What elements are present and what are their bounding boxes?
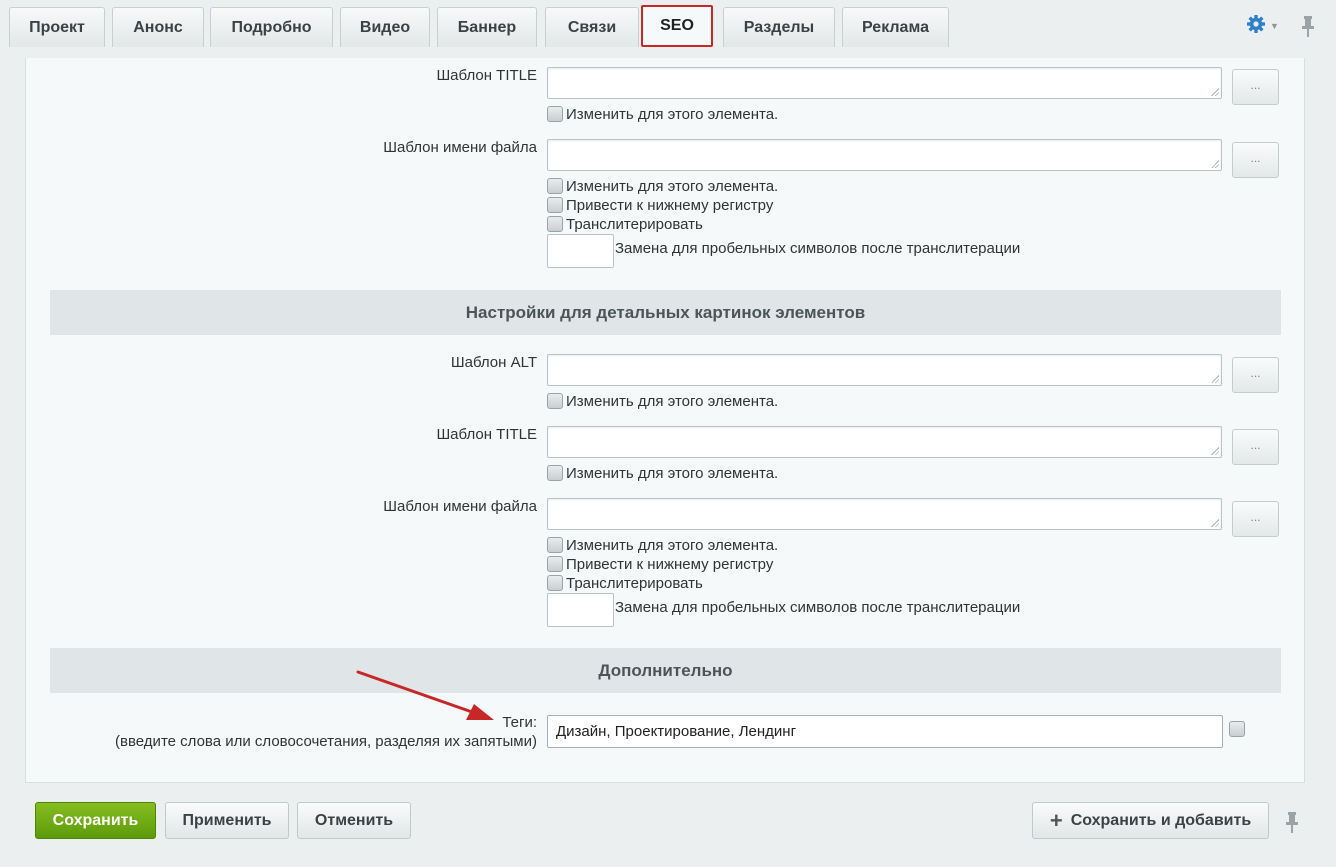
tab-sections[interactable]: Разделы [723, 7, 835, 47]
checkbox-label: Транслитерировать [566, 574, 703, 592]
tab-project[interactable]: Проект [9, 7, 105, 47]
title-template-label: Шаблон TITLE [436, 67, 537, 84]
space-replace-input[interactable] [547, 234, 614, 268]
checkbox-label: Привести к нижнему регистру [566, 555, 774, 573]
picture-transliterate-checkbox-row[interactable]: Транслитерировать [547, 574, 703, 592]
pin-icon[interactable] [1300, 14, 1316, 43]
title-template-insert-button[interactable]: ... [1232, 69, 1279, 105]
checkbox[interactable] [1229, 721, 1245, 737]
checkbox[interactable] [547, 575, 563, 591]
checkbox-label: Изменить для этого элемента. [566, 392, 779, 410]
alt-template-label: Шаблон ALT [450, 354, 537, 371]
tab-banner[interactable]: Баннер [437, 7, 537, 47]
space-replace-label: Замена для пробельных символов после тра… [615, 240, 1021, 257]
picture-space-replace-input[interactable] [547, 593, 614, 627]
picture-lowercase-checkbox-row[interactable]: Привести к нижнему регистру [547, 555, 773, 573]
checkbox-label: Изменить для этого элемента. [566, 536, 779, 554]
tab-video[interactable]: Видео [340, 7, 430, 47]
checkbox-label: Изменить для этого элемента. [566, 464, 779, 482]
checkbox[interactable] [547, 216, 563, 232]
checkbox-label: Изменить для этого элемента. [566, 177, 779, 195]
apply-button[interactable]: Применить [165, 802, 289, 839]
tags-hint: (введите слова или словосочетания, разде… [115, 733, 537, 750]
transliterate-checkbox-row[interactable]: Транслитерировать [547, 215, 703, 233]
title-change-checkbox-row[interactable]: Изменить для этого элемента. [547, 105, 778, 123]
title-template-field[interactable] [547, 67, 1222, 99]
checkbox[interactable] [547, 556, 563, 572]
filename-template-field[interactable] [547, 139, 1222, 171]
plus-icon: + [1049, 807, 1063, 833]
checkbox[interactable] [547, 465, 563, 481]
checkbox[interactable] [547, 178, 563, 194]
picture-title-template-label: Шаблон TITLE [436, 426, 537, 443]
cancel-button[interactable]: Отменить [297, 802, 411, 839]
checkbox-label: Изменить для этого элемента. [566, 105, 779, 123]
checkbox[interactable] [547, 106, 563, 122]
alt-template-insert-button[interactable]: ... [1232, 357, 1279, 393]
picture-filename-template-label: Шаблон имени файла [383, 498, 537, 515]
tab-ads[interactable]: Реклама [842, 7, 949, 47]
tab-bar: Проект Анонс Подробно Видео Баннер Связи… [0, 0, 1336, 58]
picture-title-template-field[interactable] [547, 426, 1222, 458]
tab-seo[interactable]: SEO [641, 5, 713, 47]
checkbox[interactable] [547, 393, 563, 409]
filename-template-insert-button[interactable]: ... [1232, 142, 1279, 178]
alt-change-checkbox-row[interactable]: Изменить для этого элемента. [547, 392, 778, 410]
chevron-down-icon: ▼ [1270, 21, 1279, 31]
checkbox-label: Транслитерировать [566, 215, 703, 233]
tab-announce[interactable]: Анонс [112, 7, 204, 47]
save-and-add-button[interactable]: + Сохранить и добавить [1032, 802, 1269, 839]
tags-input[interactable]: Дизайн, Проектирование, Лендинг [547, 715, 1223, 748]
filename-template-label: Шаблон имени файла [383, 139, 537, 156]
lowercase-checkbox-row[interactable]: Привести к нижнему регистру [547, 196, 773, 214]
alt-template-field[interactable] [547, 354, 1222, 386]
tab-links[interactable]: Связи [545, 7, 639, 47]
picture-title-template-insert-button[interactable]: ... [1232, 429, 1279, 465]
tags-label: Теги: [502, 714, 537, 731]
checkbox-label: Привести к нижнему регистру [566, 196, 774, 214]
extra-section-heading: Дополнительно [50, 648, 1281, 693]
picture-filename-change-checkbox-row[interactable]: Изменить для этого элемента. [547, 536, 778, 554]
checkbox[interactable] [547, 197, 563, 213]
checkbox[interactable] [547, 537, 563, 553]
filename-change-checkbox-row[interactable]: Изменить для этого элемента. [547, 177, 778, 195]
picture-space-replace-label: Замена для пробельных символов после тра… [615, 599, 1021, 616]
picture-filename-template-field[interactable] [547, 498, 1222, 530]
tags-checkbox[interactable] [1229, 721, 1248, 737]
save-and-add-label: Сохранить и добавить [1070, 811, 1252, 829]
save-button[interactable]: Сохранить [35, 802, 156, 839]
picture-filename-template-insert-button[interactable]: ... [1232, 501, 1279, 537]
detail-pictures-section-heading: Настройки для детальных картинок элемент… [50, 290, 1281, 335]
footer-pin-icon[interactable] [1284, 810, 1300, 839]
settings-gear-button[interactable]: ▼ [1246, 14, 1282, 39]
picture-title-change-checkbox-row[interactable]: Изменить для этого элемента. [547, 464, 778, 482]
gear-icon [1246, 14, 1266, 39]
tab-details[interactable]: Подробно [210, 7, 333, 47]
